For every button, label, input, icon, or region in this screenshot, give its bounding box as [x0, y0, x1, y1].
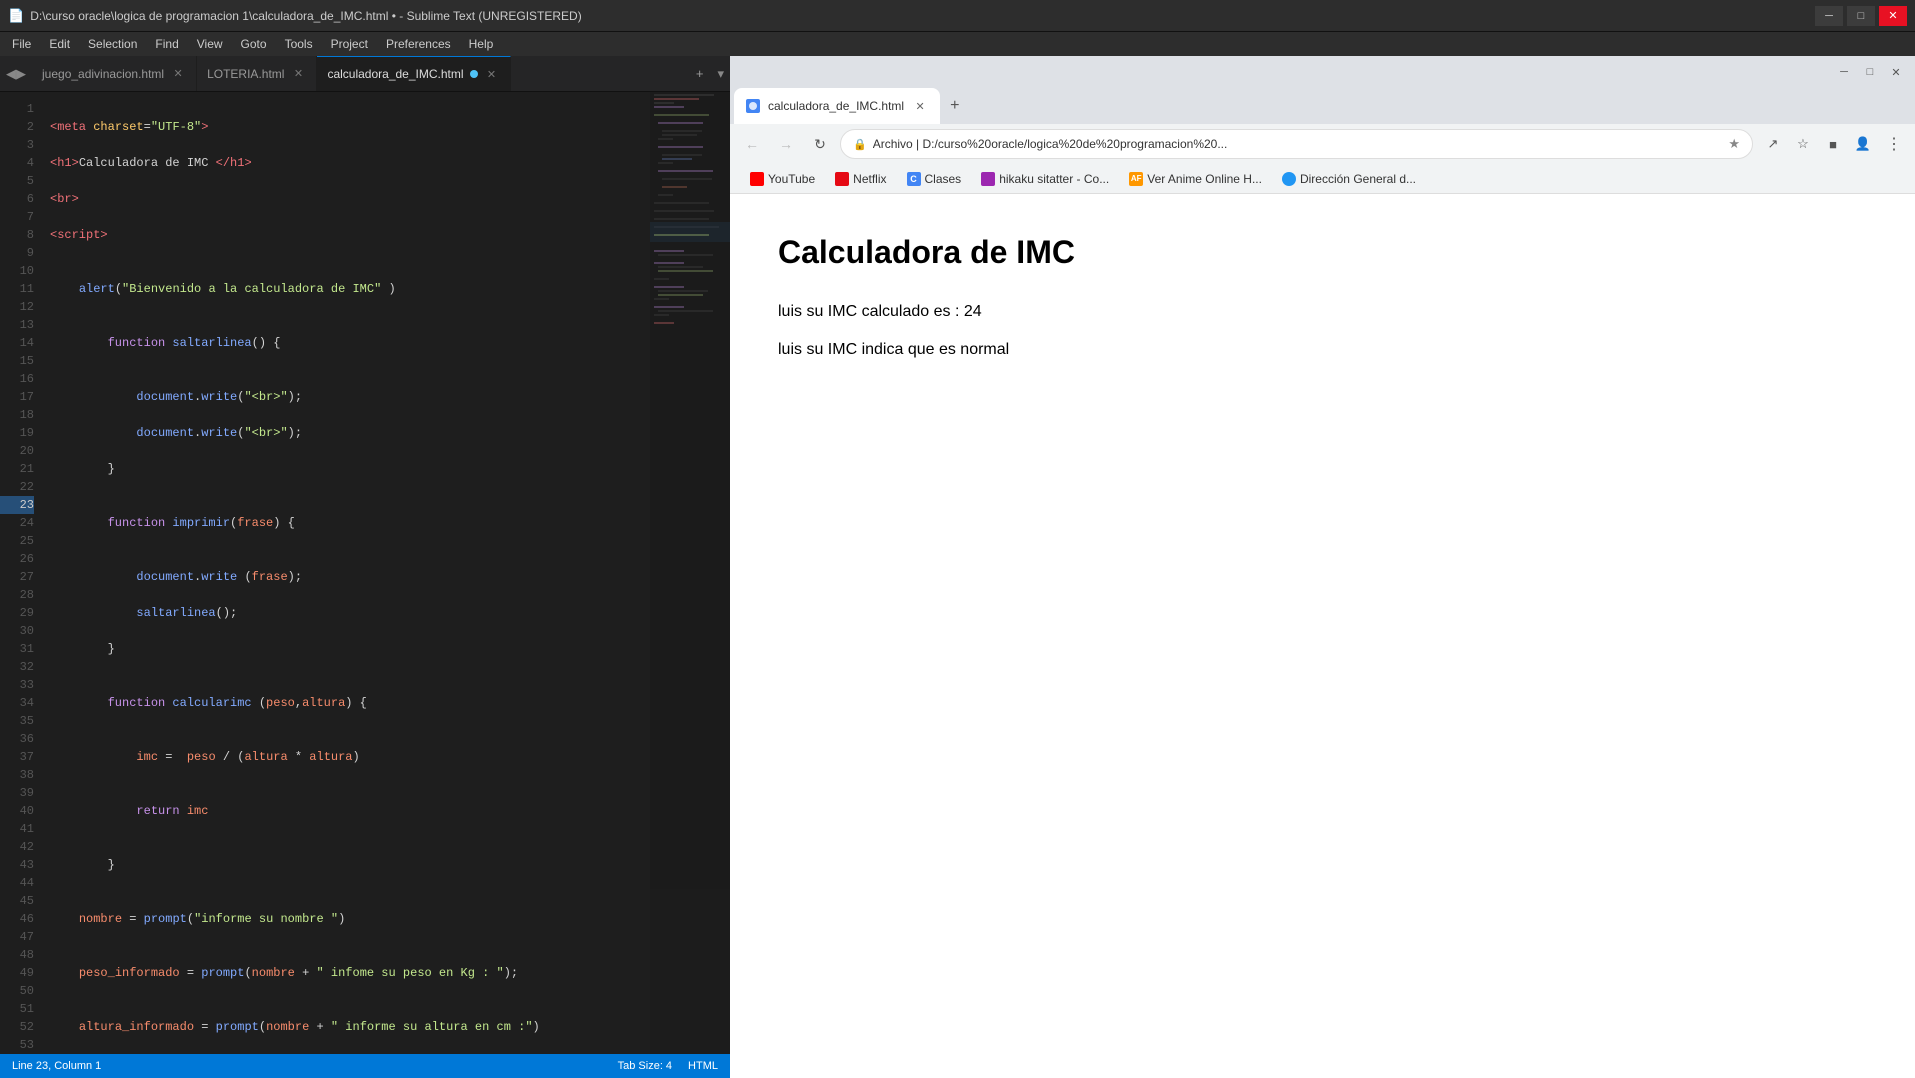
tab-add-button[interactable]: + — [688, 56, 712, 91]
bookmark-youtube[interactable]: YouTube — [742, 169, 823, 189]
editor-panel: ◀ ▶ juego_adivinacion.html ✕ LOTERIA.htm… — [0, 56, 730, 1078]
user-button[interactable]: 👤 — [1849, 130, 1877, 158]
tab-nav-left[interactable]: ◀ — [6, 66, 16, 82]
menu-selection[interactable]: Selection — [80, 35, 145, 53]
browser-chrome: ─ □ ✕ calculadora_de_IMC.html ✕ + ← — [730, 56, 1915, 194]
browser-panel: ─ □ ✕ calculadora_de_IMC.html ✕ + ← — [730, 56, 1915, 1078]
menu-dots-button[interactable]: ⋮ — [1879, 130, 1907, 158]
tab-list-button[interactable]: ▾ — [711, 56, 730, 91]
minimize-button[interactable]: ─ — [1815, 6, 1843, 26]
hikaku-label: hikaku sitatter - Co... — [999, 172, 1109, 186]
netflix-favicon — [835, 172, 849, 186]
browser-tabs: calculadora_de_IMC.html ✕ + — [730, 88, 1915, 124]
forward-button[interactable]: → — [772, 130, 800, 158]
status-bar: Line 23, Column 1 Tab Size: 4 HTML — [0, 1054, 730, 1078]
unsaved-indicator — [470, 70, 478, 78]
bookmark-star-icon[interactable]: ★ — [1728, 136, 1740, 152]
title-bar: 📄 D:\curso oracle\logica de programacion… — [0, 0, 1915, 32]
menu-tools[interactable]: Tools — [277, 35, 321, 53]
window-controls[interactable]: ─ □ ✕ — [1815, 6, 1907, 26]
tab-size: Tab Size: 4 — [618, 1060, 672, 1072]
browser-new-tab[interactable]: + — [940, 88, 969, 124]
menu-goto[interactable]: Goto — [233, 35, 275, 53]
anime-label: Ver Anime Online H... — [1147, 172, 1262, 186]
youtube-label: YouTube — [768, 172, 815, 186]
clases-favicon: C — [907, 172, 921, 186]
browser-title-bar: ─ □ ✕ — [730, 56, 1915, 88]
tab-label: LOTERIA.html — [207, 67, 284, 81]
share-button[interactable]: ↗ — [1759, 130, 1787, 158]
browser-close[interactable]: ✕ — [1885, 61, 1907, 83]
tab-nav-right[interactable]: ▶ — [16, 66, 26, 82]
hikaku-favicon — [981, 172, 995, 186]
language-mode: HTML — [688, 1060, 718, 1072]
menu-project[interactable]: Project — [323, 35, 376, 53]
title-bar-text: 📄 D:\curso oracle\logica de programacion… — [8, 8, 582, 24]
tab-close-calculadora[interactable]: ✕ — [484, 66, 500, 82]
main-layout: ◀ ▶ juego_adivinacion.html ✕ LOTERIA.htm… — [0, 56, 1915, 1078]
close-button[interactable]: ✕ — [1879, 6, 1907, 26]
browser-maximize[interactable]: □ — [1859, 61, 1881, 83]
back-button[interactable]: ← — [738, 130, 766, 158]
browser-tab-active[interactable]: calculadora_de_IMC.html ✕ — [734, 88, 940, 124]
clases-label: Clases — [925, 172, 962, 186]
editor-tab-bar: ◀ ▶ juego_adivinacion.html ✕ LOTERIA.htm… — [0, 56, 730, 92]
tab-calculadora[interactable]: calculadora_de_IMC.html ✕ — [317, 56, 510, 91]
tab-loteria[interactable]: LOTERIA.html ✕ — [197, 56, 317, 91]
status-right: Tab Size: 4 HTML — [618, 1060, 718, 1072]
tab-label: juego_adivinacion.html — [42, 67, 164, 81]
browser-tab-close[interactable]: ✕ — [912, 98, 928, 114]
imc-result-2: luis su IMC indica que es normal — [778, 341, 1867, 359]
refresh-button[interactable]: ↻ — [806, 130, 834, 158]
menu-preferences[interactable]: Preferences — [378, 35, 459, 53]
youtube-favicon — [750, 172, 764, 186]
tab-close-loteria[interactable]: ✕ — [290, 66, 306, 82]
menu-help[interactable]: Help — [461, 35, 502, 53]
tab-favicon — [746, 99, 760, 113]
bookmark-hikaku[interactable]: hikaku sitatter - Co... — [973, 169, 1117, 189]
address-lock-icon: 🔒 — [853, 138, 867, 151]
tab-juego-adivinacion[interactable]: juego_adivinacion.html ✕ — [32, 56, 197, 91]
code-editor[interactable]: <meta charset="UTF-8"> <h1>Calculadora d… — [42, 92, 650, 1054]
browser-nav: ← → ↻ 🔒 Archivo | D:/curso%20oracle/logi… — [730, 124, 1915, 164]
netflix-label: Netflix — [853, 172, 886, 186]
cursor-position: Line 23, Column 1 — [12, 1060, 101, 1072]
extensions-button[interactable]: ■ — [1819, 130, 1847, 158]
address-bar[interactable]: 🔒 Archivo | D:/curso%20oracle/logica%20d… — [840, 129, 1753, 159]
app-icon: 📄 — [8, 8, 24, 24]
nav-right-buttons: ↗ ☆ ■ 👤 ⋮ — [1759, 130, 1907, 158]
browser-minimize[interactable]: ─ — [1833, 61, 1855, 83]
bookmark-clases[interactable]: C Clases — [899, 169, 970, 189]
imc-result-1: luis su IMC calculado es : 24 — [778, 303, 1867, 321]
bookmark-netflix[interactable]: Netflix — [827, 169, 894, 189]
menu-bar: File Edit Selection Find View Goto Tools… — [0, 32, 1915, 56]
browser-content: Calculadora de IMC luis su IMC calculado… — [730, 194, 1915, 1078]
menu-edit[interactable]: Edit — [41, 35, 78, 53]
dir-favicon — [1282, 172, 1296, 186]
address-text: Archivo | D:/curso%20oracle/logica%20de%… — [873, 137, 1723, 151]
window-title: D:\curso oracle\logica de programacion 1… — [30, 9, 582, 23]
minimap — [650, 92, 730, 1054]
menu-file[interactable]: File — [4, 35, 39, 53]
browser-window-controls[interactable]: ─ □ ✕ — [1833, 61, 1907, 83]
menu-view[interactable]: View — [189, 35, 231, 53]
maximize-button[interactable]: □ — [1847, 6, 1875, 26]
bookmark-direccion[interactable]: Dirección General d... — [1274, 169, 1424, 189]
editor-content: 1 2 3 4 5 6 7 8 9 10 11 12 13 14 15 16 1… — [0, 92, 730, 1054]
anime-favicon: AF — [1129, 172, 1143, 186]
tab-label-active: calculadora_de_IMC.html — [327, 67, 463, 81]
bookmark-button[interactable]: ☆ — [1789, 130, 1817, 158]
menu-find[interactable]: Find — [147, 35, 186, 53]
browser-tab-title: calculadora_de_IMC.html — [768, 99, 904, 113]
page-heading: Calculadora de IMC — [778, 234, 1867, 271]
bookmark-anime[interactable]: AF Ver Anime Online H... — [1121, 169, 1270, 189]
bookmarks-bar: YouTube Netflix C Clases hikaku sitatter… — [730, 164, 1915, 194]
line-numbers: 1 2 3 4 5 6 7 8 9 10 11 12 13 14 15 16 1… — [0, 92, 42, 1054]
dir-label: Dirección General d... — [1300, 172, 1416, 186]
tab-close-juego[interactable]: ✕ — [170, 66, 186, 82]
